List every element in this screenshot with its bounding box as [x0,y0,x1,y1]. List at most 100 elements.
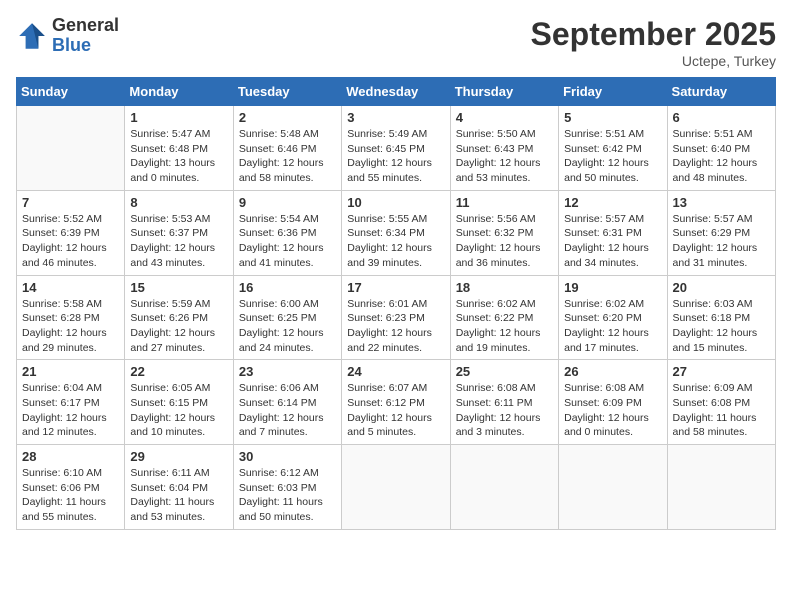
calendar-cell [559,445,667,530]
day-number: 27 [673,364,770,379]
day-number: 30 [239,449,336,464]
calendar-cell: 4Sunrise: 5:50 AMSunset: 6:43 PMDaylight… [450,106,558,191]
day-number: 11 [456,195,553,210]
day-info: Sunrise: 6:05 AMSunset: 6:15 PMDaylight:… [130,381,227,440]
column-header-friday: Friday [559,78,667,106]
day-info: Sunrise: 6:07 AMSunset: 6:12 PMDaylight:… [347,381,444,440]
day-number: 16 [239,280,336,295]
day-number: 19 [564,280,661,295]
column-header-tuesday: Tuesday [233,78,341,106]
day-number: 1 [130,110,227,125]
logo-general-text: General [52,16,119,36]
calendar-week-row: 7Sunrise: 5:52 AMSunset: 6:39 PMDaylight… [17,190,776,275]
day-info: Sunrise: 5:51 AMSunset: 6:42 PMDaylight:… [564,127,661,186]
day-number: 21 [22,364,119,379]
calendar-cell: 26Sunrise: 6:08 AMSunset: 6:09 PMDayligh… [559,360,667,445]
column-header-sunday: Sunday [17,78,125,106]
calendar-cell [450,445,558,530]
calendar-cell: 28Sunrise: 6:10 AMSunset: 6:06 PMDayligh… [17,445,125,530]
calendar-cell: 14 Sunrise: 5:58 AMSunset: 6:28 PMDayligh… [17,275,125,360]
logo: General Blue [16,16,119,56]
day-number: 13 [673,195,770,210]
day-info: Sunrise: 5:59 AMSunset: 6:26 PMDaylight:… [130,297,227,356]
day-number: 23 [239,364,336,379]
calendar-table: SundayMondayTuesdayWednesdayThursdayFrid… [16,77,776,530]
column-header-thursday: Thursday [450,78,558,106]
calendar-cell: 20 Sunrise: 6:03 AMSunset: 6:18 PMDayligh… [667,275,775,360]
calendar-cell: 9 Sunrise: 5:54 AMSunset: 6:36 PMDaylight… [233,190,341,275]
calendar-cell: 25 Sunrise: 6:08 AMSunset: 6:11 PMDayligh… [450,360,558,445]
calendar-cell: 10Sunrise: 5:55 AMSunset: 6:34 PMDayligh… [342,190,450,275]
column-header-saturday: Saturday [667,78,775,106]
calendar-cell: 29 Sunrise: 6:11 AMSunset: 6:04 PMDayligh… [125,445,233,530]
day-info: Sunrise: 5:48 AMSunset: 6:46 PMDaylight:… [239,127,336,186]
calendar-cell: 3 Sunrise: 5:49 AMSunset: 6:45 PMDaylight… [342,106,450,191]
calendar-cell: 1 Sunrise: 5:47 AMSunset: 6:48 PMDaylight… [125,106,233,191]
day-number: 28 [22,449,119,464]
day-info: Sunrise: 5:55 AMSunset: 6:34 PMDaylight:… [347,212,444,271]
calendar-week-row: 21 Sunrise: 6:04 AMSunset: 6:17 PMDayligh… [17,360,776,445]
day-number: 9 [239,195,336,210]
day-number: 17 [347,280,444,295]
day-info: Sunrise: 6:01 AMSunset: 6:23 PMDaylight:… [347,297,444,356]
day-number: 12 [564,195,661,210]
calendar-cell: 22Sunrise: 6:05 AMSunset: 6:15 PMDayligh… [125,360,233,445]
day-info: Sunrise: 6:11 AMSunset: 6:04 PMDaylight:… [130,466,227,525]
day-info: Sunrise: 6:12 AMSunset: 6:03 PMDaylight:… [239,466,336,525]
day-number: 25 [456,364,553,379]
day-info: Sunrise: 6:06 AMSunset: 6:14 PMDaylight:… [239,381,336,440]
day-info: Sunrise: 6:00 AMSunset: 6:25 PMDaylight:… [239,297,336,356]
day-number: 2 [239,110,336,125]
day-info: Sunrise: 5:53 AMSunset: 6:37 PMDaylight:… [130,212,227,271]
day-info: Sunrise: 5:47 AMSunset: 6:48 PMDaylight:… [130,127,227,186]
day-info: Sunrise: 5:58 AMSunset: 6:28 PMDaylight:… [22,297,119,356]
day-number: 29 [130,449,227,464]
calendar-cell: 5 Sunrise: 5:51 AMSunset: 6:42 PMDaylight… [559,106,667,191]
calendar-cell: 7Sunrise: 5:52 AMSunset: 6:39 PMDaylight… [17,190,125,275]
calendar-cell: 2 Sunrise: 5:48 AMSunset: 6:46 PMDaylight… [233,106,341,191]
calendar-cell: 13 Sunrise: 5:57 AMSunset: 6:29 PMDayligh… [667,190,775,275]
calendar-header-row: SundayMondayTuesdayWednesdayThursdayFrid… [17,78,776,106]
calendar-cell: 30 Sunrise: 6:12 AMSunset: 6:03 PMDayligh… [233,445,341,530]
page-header: General Blue September 2025 Uctepe, Turk… [16,16,776,69]
day-info: Sunrise: 6:03 AMSunset: 6:18 PMDaylight:… [673,297,770,356]
day-info: Sunrise: 5:56 AMSunset: 6:32 PMDaylight:… [456,212,553,271]
calendar-cell: 21 Sunrise: 6:04 AMSunset: 6:17 PMDayligh… [17,360,125,445]
calendar-cell: 15 Sunrise: 5:59 AMSunset: 6:26 PMDayligh… [125,275,233,360]
calendar-cell: 8 Sunrise: 5:53 AMSunset: 6:37 PMDaylight… [125,190,233,275]
title-block: September 2025 Uctepe, Turkey [531,16,776,69]
calendar-cell [667,445,775,530]
day-info: Sunrise: 5:49 AMSunset: 6:45 PMDaylight:… [347,127,444,186]
day-number: 5 [564,110,661,125]
calendar-cell: 19 Sunrise: 6:02 AMSunset: 6:20 PMDayligh… [559,275,667,360]
day-number: 3 [347,110,444,125]
calendar-cell: 24Sunrise: 6:07 AMSunset: 6:12 PMDayligh… [342,360,450,445]
column-header-monday: Monday [125,78,233,106]
column-header-wednesday: Wednesday [342,78,450,106]
day-number: 20 [673,280,770,295]
day-number: 18 [456,280,553,295]
day-info: Sunrise: 6:08 AMSunset: 6:11 PMDaylight:… [456,381,553,440]
location-subtitle: Uctepe, Turkey [531,53,776,69]
calendar-cell: 11 Sunrise: 5:56 AMSunset: 6:32 PMDayligh… [450,190,558,275]
calendar-cell: 12 Sunrise: 5:57 AMSunset: 6:31 PMDayligh… [559,190,667,275]
calendar-week-row: 1 Sunrise: 5:47 AMSunset: 6:48 PMDaylight… [17,106,776,191]
calendar-cell: 16 Sunrise: 6:00 AMSunset: 6:25 PMDayligh… [233,275,341,360]
day-info: Sunrise: 5:51 AMSunset: 6:40 PMDaylight:… [673,127,770,186]
calendar-cell: 6 Sunrise: 5:51 AMSunset: 6:40 PMDaylight… [667,106,775,191]
day-info: Sunrise: 5:54 AMSunset: 6:36 PMDaylight:… [239,212,336,271]
day-info: Sunrise: 6:04 AMSunset: 6:17 PMDaylight:… [22,381,119,440]
day-info: Sunrise: 6:02 AMSunset: 6:20 PMDaylight:… [564,297,661,356]
day-info: Sunrise: 6:09 AMSunset: 6:08 PMDaylight:… [673,381,770,440]
calendar-week-row: 14 Sunrise: 5:58 AMSunset: 6:28 PMDayligh… [17,275,776,360]
day-info: Sunrise: 5:57 AMSunset: 6:31 PMDaylight:… [564,212,661,271]
logo-icon [16,20,48,52]
day-number: 15 [130,280,227,295]
day-number: 4 [456,110,553,125]
day-number: 8 [130,195,227,210]
day-number: 14 [22,280,119,295]
logo-blue-text: Blue [52,36,119,56]
day-info: Sunrise: 5:57 AMSunset: 6:29 PMDaylight:… [673,212,770,271]
day-number: 6 [673,110,770,125]
day-number: 26 [564,364,661,379]
